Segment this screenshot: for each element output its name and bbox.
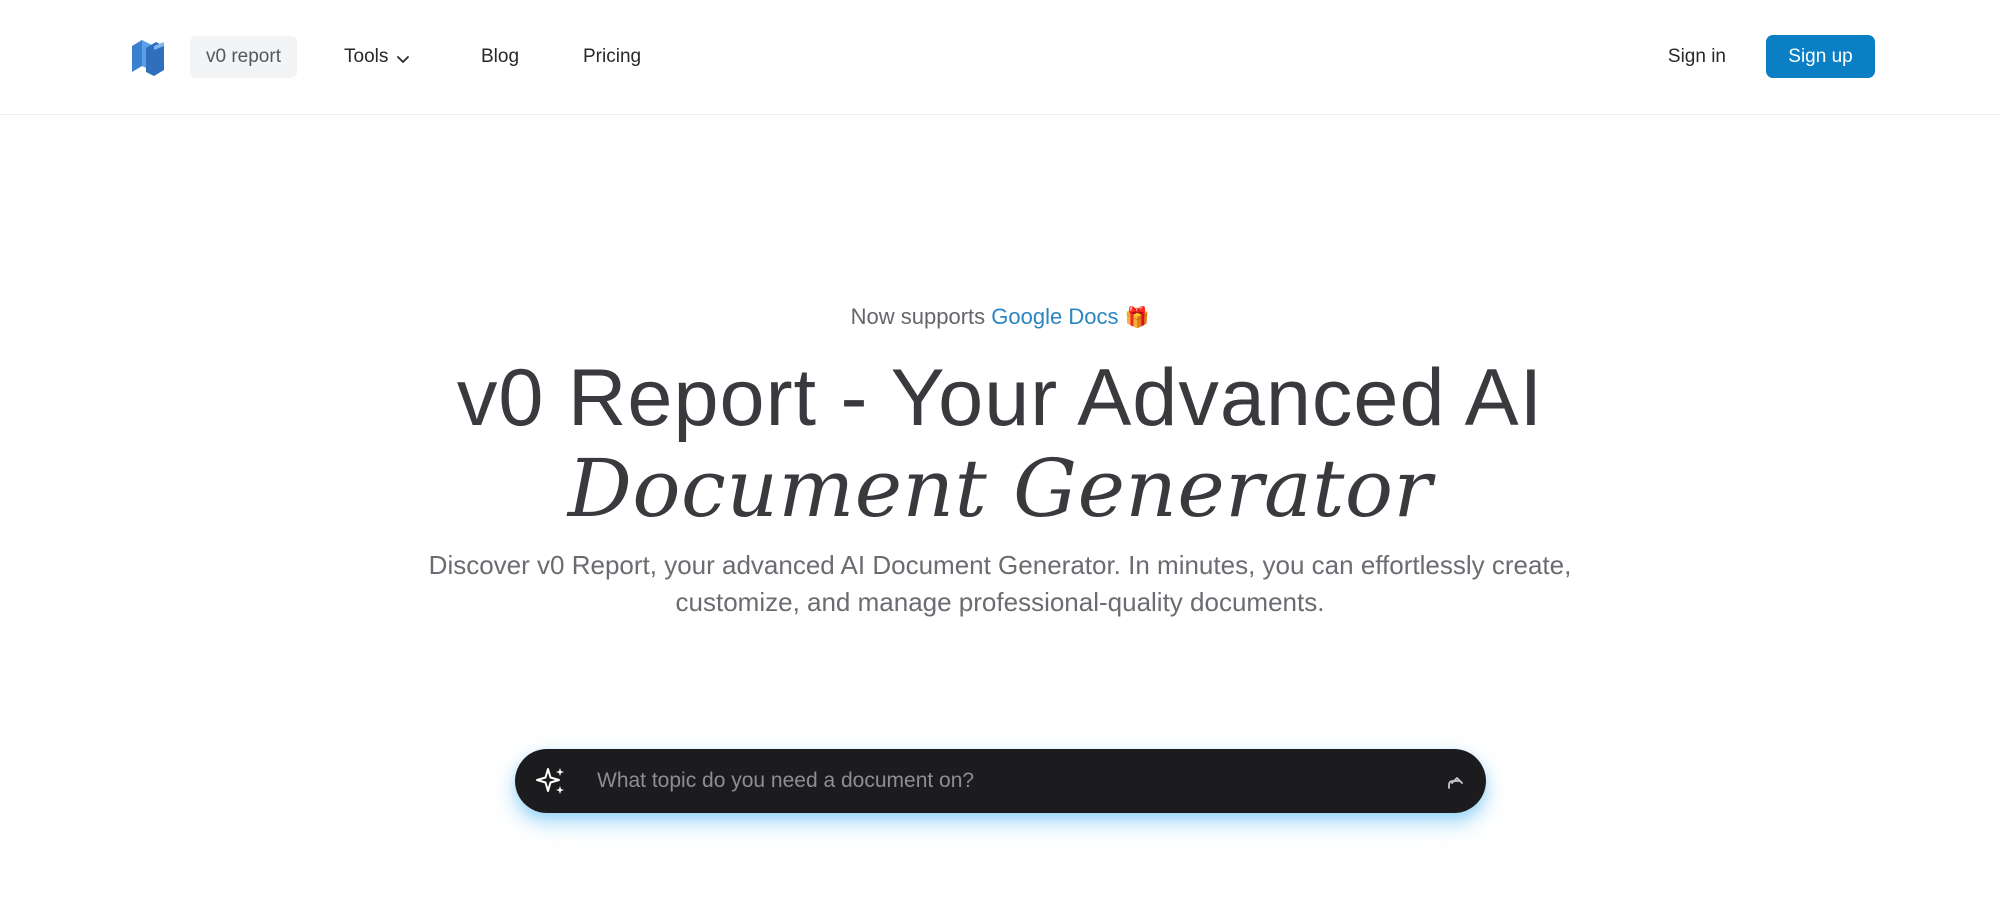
sign-in-link[interactable]: Sign in [1668, 36, 1726, 78]
nav-pricing-link[interactable]: Pricing [583, 36, 641, 78]
submit-arrow-icon[interactable] [1442, 769, 1466, 793]
nav-tools-menu[interactable]: Tools [344, 36, 410, 78]
hero-subtitle: Discover v0 Report, your advanced AI Doc… [428, 550, 1572, 617]
logo-icon[interactable] [128, 36, 168, 78]
document-topic-input[interactable] [595, 757, 1395, 805]
chevron-down-icon [396, 50, 410, 64]
sign-up-button[interactable]: Sign up [1766, 35, 1875, 78]
announcement-text: Now supports [850, 304, 986, 329]
announcement-banner: Now supports Google Docs 🎁 [0, 304, 2000, 330]
site-header: v0 report Tools Blog Pricing Sign in Sig… [0, 0, 2000, 115]
hero-title-line1: v0 Report - Your Advanced AI [456, 353, 1544, 443]
prompt-bar [515, 749, 1486, 813]
brand-name-chip[interactable]: v0 report [190, 36, 297, 78]
sparkle-icon [535, 765, 567, 797]
nav-tools-label: Tools [344, 46, 389, 67]
google-docs-link[interactable]: Google Docs [991, 304, 1118, 329]
nav-blog-link[interactable]: Blog [481, 36, 519, 78]
hero-title-line2: Document Generator [567, 442, 1433, 535]
gift-emoji: 🎁 [1124, 307, 1150, 329]
